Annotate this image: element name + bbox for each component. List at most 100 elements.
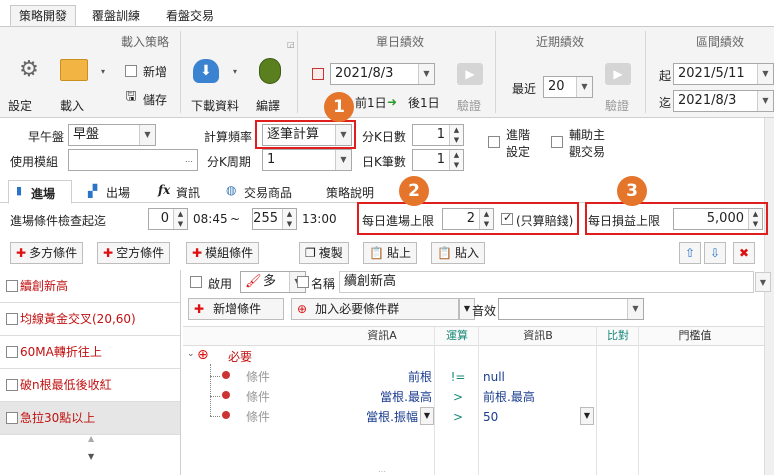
spin-arrows-icon[interactable]: ▲ ▼ [173, 209, 187, 229]
condition-op[interactable]: > [446, 409, 470, 425]
add-required-label: 加入必要條件群 [315, 302, 400, 316]
paste-up-button[interactable]: 📋 貼上 [363, 242, 417, 264]
header-op: 運算 [446, 329, 468, 342]
assist-checkbox[interactable] [551, 136, 563, 148]
kdays-label: 分K日數 [362, 130, 406, 144]
list-item-checkbox[interactable] [6, 412, 18, 424]
entry-end-spinner[interactable]: 255 ▲ ▼ [252, 208, 297, 230]
chevron-down-icon[interactable]: ▼ [757, 64, 773, 84]
list-item[interactable]: 均線黃金交叉(20,60) [0, 303, 180, 336]
delete-icon[interactable]: ✖ [733, 242, 755, 264]
chevron-down-icon[interactable]: ▼ [139, 125, 155, 145]
list-item[interactable]: 急拉30點以上 [0, 402, 180, 435]
tab-replay-training[interactable]: 覆盤訓練 [84, 6, 148, 27]
condition-info-b[interactable]: null [483, 369, 505, 385]
paste-in-button[interactable]: 📋 貼入 [431, 242, 485, 264]
add-required-button[interactable]: ⊕ 加入必要條件群 [291, 298, 459, 320]
advanced-checkbox[interactable] [488, 136, 500, 148]
dialog-launcher-icon[interactable]: ◲ [287, 40, 295, 49]
scroll-down-icon[interactable]: ▼ [88, 452, 94, 461]
tab-strategy-dev[interactable]: 策略開發 [10, 5, 77, 26]
chevron-down-icon[interactable]: ▼ [576, 77, 592, 97]
list-item[interactable]: 續創新高 [0, 270, 180, 303]
condition-info-b[interactable]: 前根.最高 [483, 389, 535, 405]
single-date-picker[interactable]: 2021/8/3 ▼ [330, 63, 435, 85]
save-button[interactable]: 儲存 [143, 91, 167, 108]
list-item[interactable]: 60MA轉折往上 [0, 336, 180, 369]
list-item-checkbox[interactable] [6, 313, 18, 325]
plus-icon: ✚ [16, 246, 27, 260]
long-condition-button[interactable]: ✚ 多方條件 [10, 242, 84, 264]
condition-op[interactable]: > [446, 389, 470, 405]
chevron-down-icon[interactable]: ▼ [418, 64, 434, 84]
advanced-label-1: 進階 [506, 128, 531, 142]
list-item-checkbox[interactable] [6, 280, 18, 292]
tab-trading[interactable]: 看盤交易 [158, 6, 222, 27]
kdays-spinner[interactable]: 1 ▲ ▼ [412, 124, 464, 146]
compile-button[interactable]: 編譯 [256, 97, 280, 114]
scroll-up-icon[interactable]: ▲ [88, 434, 94, 443]
list-item-checkbox[interactable] [6, 346, 18, 358]
spin-arrows-icon[interactable]: ▲ ▼ [282, 209, 296, 229]
condition-row-label: 條件 [246, 410, 271, 424]
group-title-recent: 近期績效 [535, 35, 584, 49]
download-button[interactable]: 下載資料 [191, 97, 239, 114]
verify-button-recent[interactable]: 驗證 [605, 97, 629, 114]
tab-info[interactable]: 資訊 [176, 184, 200, 201]
chevron-down-icon[interactable]: ▼ [580, 407, 594, 425]
module-input[interactable]: … [68, 149, 198, 171]
chevron-down-icon[interactable]: ▼ [335, 150, 351, 170]
move-up-icon[interactable]: ⇧ [679, 242, 701, 264]
collapse-icon[interactable]: ⌄ [187, 349, 195, 359]
list-item[interactable]: 破n根最低後收紅 [0, 369, 180, 402]
chevron-down-icon[interactable]: ▼ [757, 91, 773, 111]
recent-days-select[interactable]: 20 ▼ [543, 76, 593, 98]
copy-label: 複製 [318, 246, 343, 260]
condition-info-b[interactable]: 50 [483, 409, 498, 425]
from-date-picker[interactable]: 2021/5/11 ▼ [673, 63, 774, 85]
add-condition-button[interactable]: ✚ 新增條件 [188, 298, 284, 320]
condition-info-a[interactable]: 當根.最高 [340, 389, 432, 405]
dayk-spinner[interactable]: 1 ▲ ▼ [412, 149, 464, 171]
paste-in-label: 貼入 [454, 246, 479, 260]
to-date-picker[interactable]: 2021/8/3 ▼ [673, 90, 774, 112]
copy-button[interactable]: ❐ 複製 [299, 242, 349, 264]
chevron-down-icon[interactable]: ▼ [755, 272, 771, 292]
download-dropdown-arrow[interactable]: ▾ [233, 67, 237, 76]
folder-icon [60, 59, 88, 81]
kperiod-select[interactable]: 1 ▼ [262, 149, 352, 171]
sound-select[interactable]: ▼ [498, 298, 644, 320]
condition-info-a[interactable]: 前根 [340, 369, 432, 385]
next-day-button[interactable]: 後1日 [408, 94, 440, 111]
condition-info-a[interactable]: 當根.振幅 [340, 409, 418, 425]
vertical-scrollbar[interactable] [764, 118, 774, 475]
name-input[interactable]: 續創新高 ▼ [339, 271, 771, 293]
list-item-checkbox[interactable] [6, 379, 18, 391]
entry-start-spinner[interactable]: 0 ▲ ▼ [148, 208, 188, 230]
spin-arrows-icon[interactable]: ▲ ▼ [449, 150, 463, 170]
chevron-down-icon[interactable]: ▼ [420, 407, 434, 425]
short-condition-button[interactable]: ✚ 空方條件 [97, 242, 171, 264]
session-select[interactable]: 早盤 ▼ [68, 124, 156, 146]
verify-button-single[interactable]: 驗證 [457, 97, 481, 114]
tab-entry[interactable]: ▮ 進場 [8, 180, 72, 204]
settings-button[interactable]: 設定 [8, 97, 32, 114]
tab-description[interactable]: 策略說明 [326, 184, 374, 201]
chevron-down-icon[interactable]: ▼ [627, 299, 643, 319]
new-button[interactable]: 新增 [143, 63, 167, 80]
tab-products[interactable]: 交易商品 [244, 184, 292, 201]
condition-op[interactable]: != [446, 369, 470, 385]
splitter-grip[interactable]: ⋯ [378, 467, 387, 475]
ellipsis-icon[interactable]: … [181, 150, 197, 170]
move-down-icon[interactable]: ⇩ [704, 242, 726, 264]
prev-day-button[interactable]: 前1日 [355, 94, 387, 111]
recent-days-value: 20 [548, 79, 565, 94]
name-checkbox[interactable] [297, 276, 309, 288]
load-button[interactable]: 載入 [60, 97, 84, 114]
name-label: 名稱 [311, 277, 336, 291]
spin-arrows-icon[interactable]: ▲ ▼ [449, 125, 463, 145]
module-condition-button[interactable]: ✚ 模組條件 [186, 242, 260, 264]
load-dropdown-arrow[interactable]: ▾ [101, 67, 105, 76]
tab-exit[interactable]: 出場 [106, 184, 130, 201]
enable-checkbox[interactable] [190, 276, 202, 288]
